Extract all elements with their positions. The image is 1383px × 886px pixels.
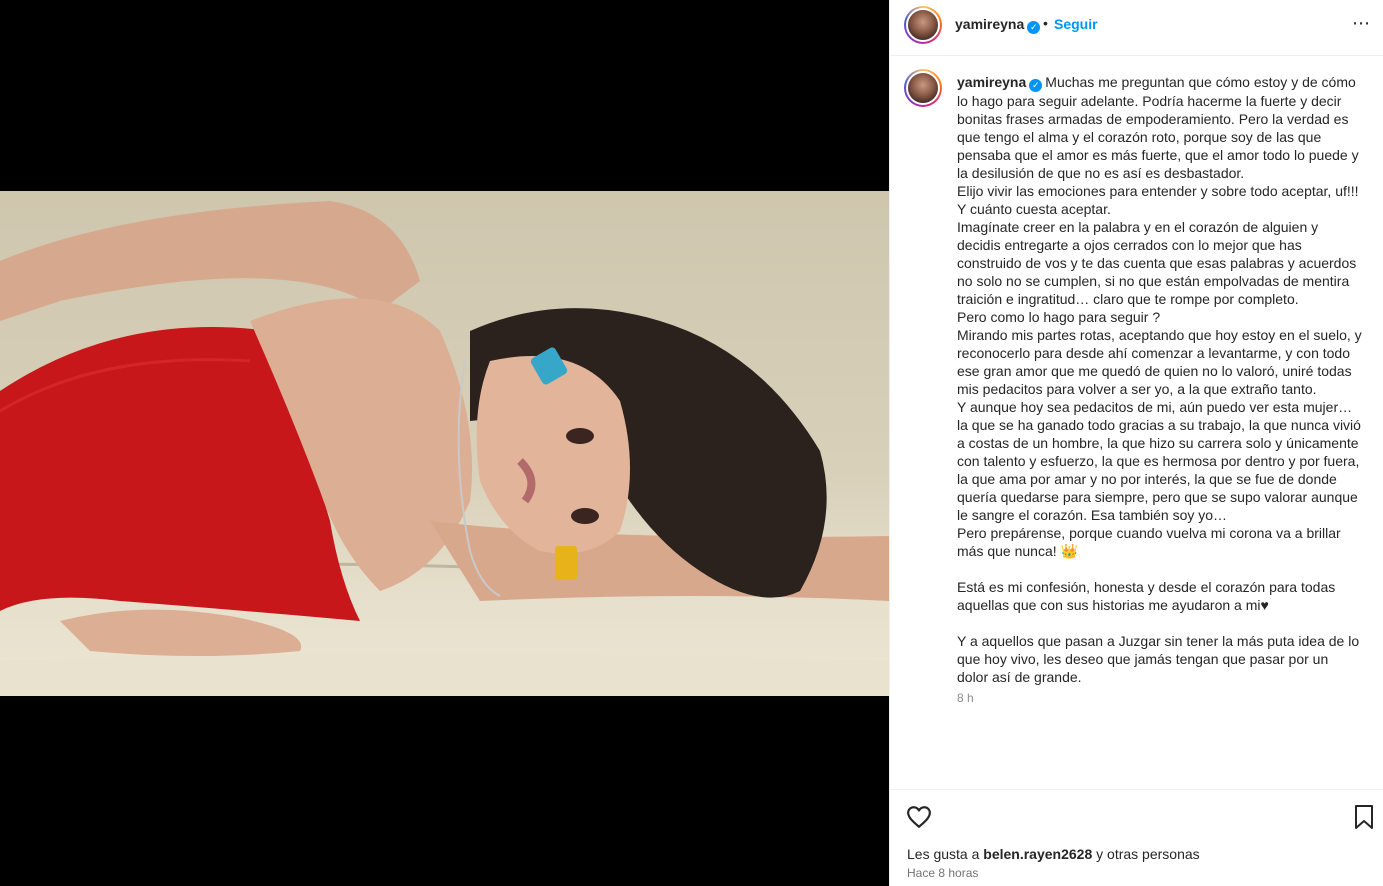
post-header: yamireyna ✓ • Seguir ⋯ — [890, 0, 1383, 56]
username-text: yamireyna — [955, 16, 1025, 32]
likes-suffix[interactable]: y otras personas — [1092, 846, 1200, 862]
avatar[interactable] — [904, 6, 942, 44]
woman-portrait-image — [0, 201, 889, 696]
comments-area: yamireyna ✓ Muchas me preguntan que cómo e… — [890, 57, 1383, 789]
post-actions: Les gusta a belen.rayen2628 y otras pers… — [890, 789, 1383, 886]
post-side-panel: yamireyna ✓ • Seguir ⋯ yamireyna ✓ Muchas m… — [889, 0, 1383, 886]
like-heart-icon[interactable] — [906, 804, 932, 830]
post-timestamp[interactable]: Hace 8 horas — [907, 866, 978, 880]
caption-username-link[interactable]: yamireyna ✓ — [957, 74, 1043, 92]
caption-text: Muchas me preguntan que cómo estoy y de … — [957, 74, 1362, 685]
verified-badge-icon: ✓ — [1027, 21, 1041, 34]
separator-dot: • — [1043, 15, 1048, 31]
more-options-icon[interactable]: ⋯ — [1352, 13, 1371, 34]
username-link[interactable]: yamireyna ✓ — [955, 16, 1041, 34]
likes-prefix: Les gusta a — [907, 846, 984, 862]
caption-username-text: yamireyna — [957, 74, 1027, 90]
liked-by-user-link[interactable]: belen.rayen2628 — [983, 846, 1092, 862]
post-media — [0, 0, 889, 886]
save-bookmark-icon[interactable] — [1352, 804, 1376, 830]
caption-timestamp[interactable]: 8 h — [957, 691, 974, 705]
likes-summary: Les gusta a belen.rayen2628 y otras pers… — [907, 846, 1200, 862]
follow-button[interactable]: Seguir — [1054, 16, 1098, 32]
caption-avatar[interactable] — [904, 69, 942, 107]
post-caption: yamireyna ✓ Muchas me preguntan que cómo e… — [957, 73, 1362, 686]
verified-badge-icon: ✓ — [1029, 79, 1043, 92]
post-photo[interactable] — [0, 191, 889, 696]
